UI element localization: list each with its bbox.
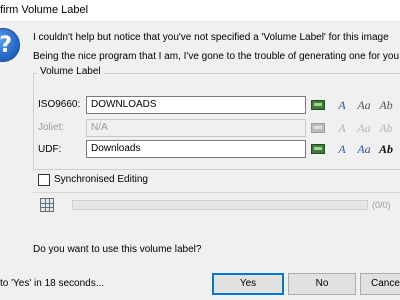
message-line-1: I couldn't help but notice that you've n… bbox=[33, 32, 389, 43]
window-title: firm Volume Label bbox=[0, 4, 89, 16]
cancel-button[interactable]: Cancel bbox=[360, 273, 400, 295]
drive-icon[interactable] bbox=[310, 97, 326, 113]
lowercase-icon: Aa bbox=[357, 121, 371, 135]
joliet-field: N/A bbox=[86, 119, 306, 137]
drive-icon bbox=[310, 120, 326, 136]
lowercase-icon[interactable]: Aa bbox=[356, 141, 372, 157]
udf-field[interactable]: Downloads bbox=[86, 140, 306, 158]
uppercase-icon[interactable]: A bbox=[334, 97, 350, 113]
drive-icon[interactable] bbox=[310, 141, 326, 157]
titlecase-icon[interactable]: Ab bbox=[378, 141, 394, 157]
confirm-question: Do you want to use this volume label? bbox=[33, 244, 202, 255]
synchronised-editing-label: Synchronised Editing bbox=[54, 174, 148, 185]
message-line-2: Being the nice program that I am, I've g… bbox=[33, 51, 400, 62]
iso9660-field[interactable]: DOWNLOADS bbox=[86, 96, 306, 114]
no-button[interactable]: No bbox=[288, 273, 356, 295]
joliet-label: Joliet: bbox=[38, 122, 65, 133]
title-bar: firm Volume Label bbox=[0, 0, 400, 22]
countdown-text: to 'Yes' in 18 seconds... bbox=[0, 278, 105, 289]
grid-icon[interactable] bbox=[40, 198, 54, 212]
titlecase-icon[interactable]: Ab bbox=[378, 97, 394, 113]
progress-count: (0/0) bbox=[372, 200, 391, 210]
iso9660-label: ISO9660: bbox=[38, 99, 81, 110]
volume-label-group-title: Volume Label bbox=[37, 66, 104, 77]
titlecase-icon: Ab bbox=[379, 121, 393, 135]
udf-label: UDF: bbox=[38, 144, 62, 155]
divider bbox=[33, 192, 400, 193]
synchronised-editing-checkbox[interactable] bbox=[38, 174, 50, 186]
uppercase-icon[interactable]: A bbox=[334, 141, 350, 157]
question-icon: ? bbox=[0, 28, 20, 62]
uppercase-icon: A bbox=[338, 121, 346, 135]
yes-button[interactable]: Yes bbox=[212, 273, 284, 295]
progress-bar bbox=[72, 200, 368, 210]
lowercase-icon[interactable]: Aa bbox=[356, 97, 372, 113]
